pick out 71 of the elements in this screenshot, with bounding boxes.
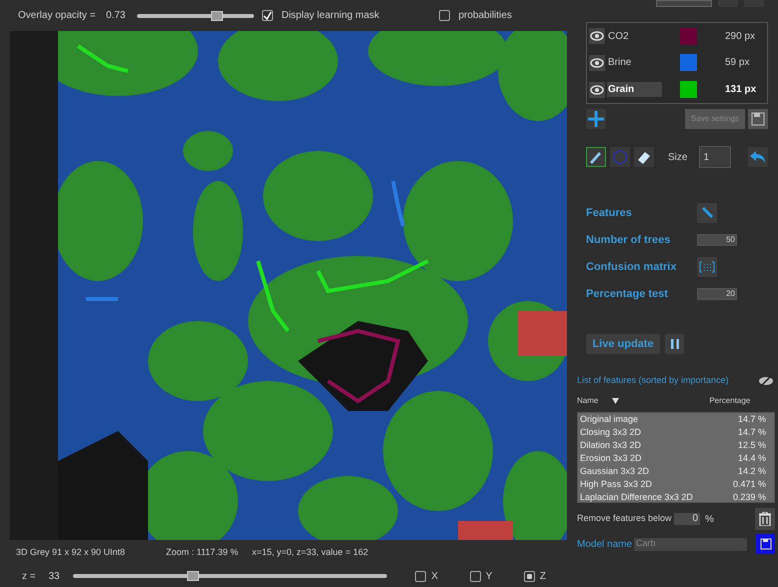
- table-cell: Dilation 3x3 2D: [580, 439, 642, 452]
- eye-icon[interactable]: [589, 54, 605, 71]
- parameter-label: Number of trees: [586, 232, 672, 248]
- model-name-field[interactable]: Carb: [634, 538, 747, 550]
- trash-icon[interactable]: [755, 508, 775, 530]
- number-field[interactable]: 20: [697, 288, 737, 300]
- column-header[interactable]: Name: [577, 395, 598, 407]
- table-cell: Original image: [580, 413, 638, 426]
- axis-label: Z: [540, 570, 546, 584]
- marker-icon[interactable]: [697, 203, 717, 223]
- checkbox-label: probabilities: [458, 9, 512, 23]
- table-cell: Closing 3x3 2D: [580, 426, 642, 439]
- grid-matrix-icon[interactable]: [697, 257, 717, 277]
- cursor-info: x=15, y=0, z=33, value = 162: [252, 546, 368, 559]
- table-cell: Laplacian Difference 3x3 2D: [580, 491, 693, 502]
- slice-value: 33: [48, 570, 61, 584]
- label-name[interactable]: Brine: [607, 55, 662, 70]
- table-cell: 14.4 %: [738, 452, 766, 465]
- checkbox[interactable]: [262, 10, 274, 21]
- radio-button[interactable]: [470, 570, 481, 582]
- table-cell: High Pass 3x3 2D: [580, 478, 652, 491]
- label-size: 290 px: [725, 30, 756, 44]
- table-cell: 0.239 %: [732, 491, 766, 502]
- color-swatch[interactable]: [680, 28, 697, 45]
- checkbox[interactable]: [439, 10, 450, 21]
- pause-icon[interactable]: [665, 334, 684, 354]
- radio-button[interactable]: [524, 570, 535, 582]
- slider-track[interactable]: [73, 574, 388, 578]
- model-name-label: Model name: [577, 538, 634, 552]
- label-size: 131 px: [725, 83, 756, 98]
- remove-features-label: Remove features below: [577, 512, 673, 526]
- color-swatch[interactable]: [680, 81, 697, 98]
- plus-icon[interactable]: [586, 109, 606, 129]
- zoom-level: Zoom : 1117.39 %: [166, 546, 240, 559]
- size-label: Size: [668, 150, 688, 164]
- pencil-icon[interactable]: [586, 147, 606, 167]
- number-field[interactable]: 50: [697, 234, 737, 246]
- label-name[interactable]: Grain: [607, 82, 662, 98]
- features-list-title: List of features (sorted by importance): [577, 374, 729, 388]
- size-spinbox[interactable]: 1: [699, 146, 732, 168]
- eraser-icon[interactable]: [634, 147, 654, 167]
- image-info: 3D Grey 91 x 92 x 90 UInt8: [16, 546, 126, 559]
- table-cell: 12.5 %: [738, 439, 766, 452]
- column-header[interactable]: Percentage: [709, 395, 750, 407]
- table-cell: 14.2 %: [738, 465, 766, 478]
- hidden-eye-icon[interactable]: [758, 374, 774, 388]
- parameter-label: Percentage test: [586, 286, 669, 302]
- table-cell: 14.7 %: [738, 413, 766, 426]
- eye-icon[interactable]: [589, 82, 605, 98]
- slider-thumb[interactable]: [186, 571, 199, 581]
- eye-icon[interactable]: [589, 28, 605, 44]
- parameter-label: Features: [586, 206, 633, 221]
- radio-button[interactable]: [415, 570, 426, 582]
- color-swatch[interactable]: [680, 54, 697, 72]
- threshold-field[interactable]: 0: [674, 513, 700, 525]
- opacity-value: 0.73: [106, 9, 126, 23]
- parameter-label: Confusion matrix: [586, 260, 678, 275]
- axis-label: Y: [486, 570, 492, 584]
- label-name[interactable]: CO2: [607, 28, 662, 44]
- sort-arrow-icon: [612, 398, 620, 404]
- percent-sign: %: [705, 512, 714, 526]
- axis-label: X: [431, 570, 438, 584]
- table-cell: 14.7 %: [738, 426, 766, 439]
- label-size: 59 px: [725, 56, 750, 70]
- table-cell: 0.471 %: [732, 478, 766, 491]
- table-cell: Gaussian 3x3 2D: [580, 465, 650, 478]
- table-cell: Erosion 3x3 2D: [580, 452, 642, 465]
- slice-label: z =: [22, 570, 37, 584]
- slider-thumb[interactable]: [211, 10, 224, 20]
- opacity-label: Overlay opacity =: [18, 9, 97, 23]
- checkbox-label: Display learning mask: [281, 9, 380, 23]
